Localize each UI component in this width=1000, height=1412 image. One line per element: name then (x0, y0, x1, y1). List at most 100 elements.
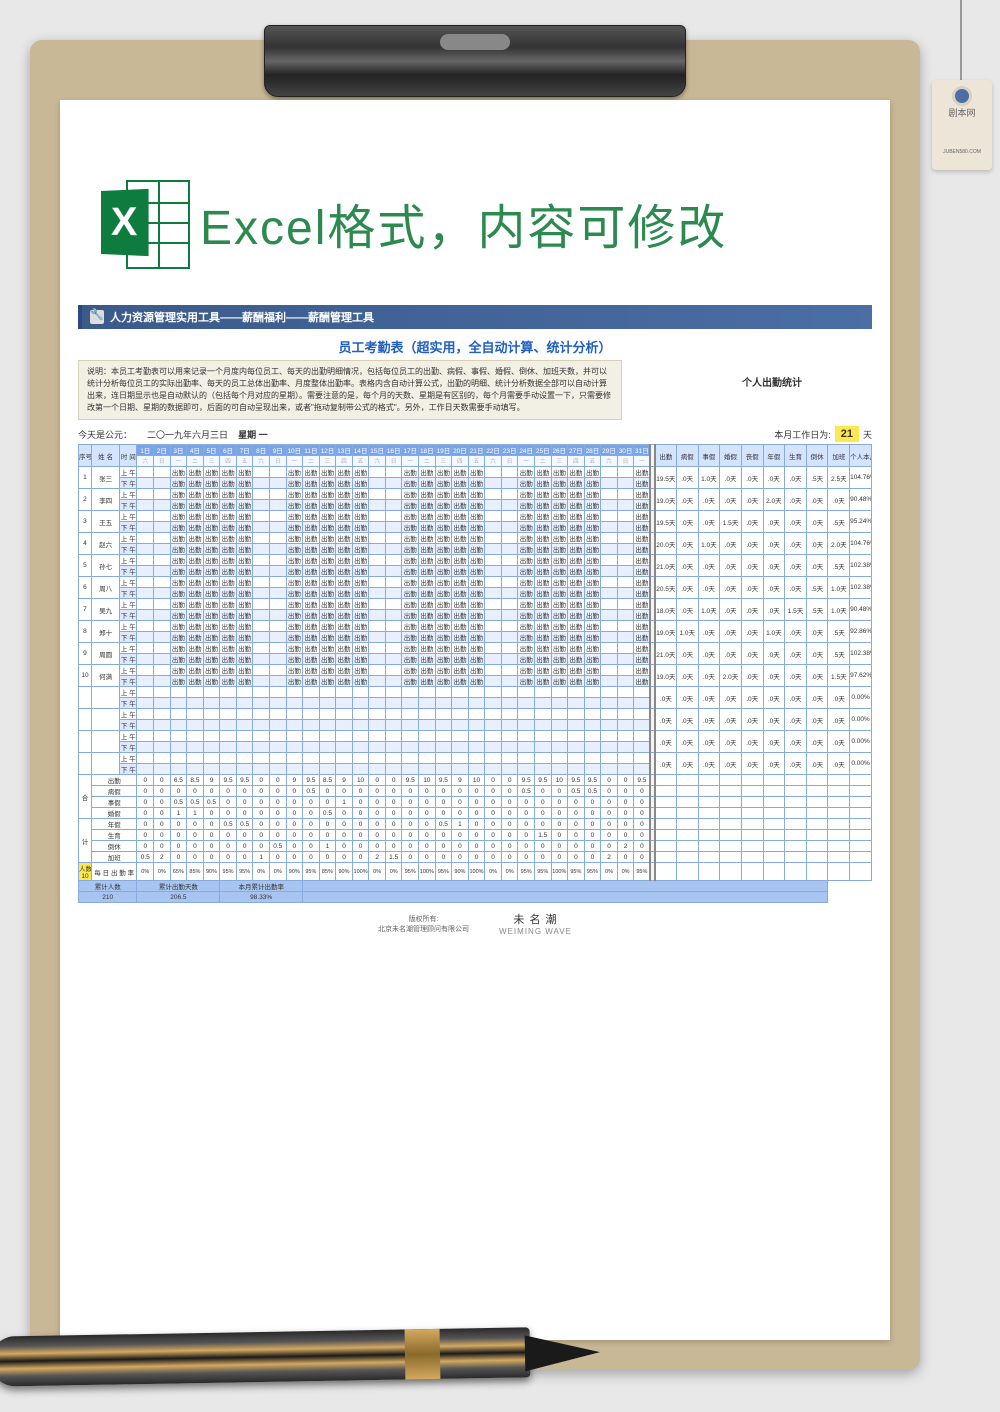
cell-5-pm-29[interactable] (601, 588, 618, 599)
cell-4-pm-2[interactable] (154, 566, 171, 577)
cell-0-pm-6[interactable]: 出勤 (220, 478, 237, 489)
cell-10-am-20[interactable] (452, 687, 469, 698)
cell-2-pm-16[interactable] (385, 522, 402, 533)
cell-7-am-28[interactable]: 出勤 (584, 621, 601, 632)
cell-7-pm-26[interactable]: 出勤 (551, 632, 568, 643)
cell-4-am-31[interactable]: 出勤 (634, 555, 651, 566)
cell-11-pm-12[interactable] (319, 720, 336, 731)
cell-0-pm-8[interactable] (253, 478, 270, 489)
cell-11-am-8[interactable] (253, 709, 270, 720)
cell-6-am-7[interactable]: 出勤 (236, 599, 253, 610)
cell-9-am-2[interactable] (154, 665, 171, 676)
cell-4-pm-5[interactable]: 出勤 (203, 566, 220, 577)
cell-3-am-14[interactable]: 出勤 (352, 533, 369, 544)
cell-1-pm-31[interactable]: 出勤 (634, 500, 651, 511)
cell-8-pm-8[interactable] (253, 654, 270, 665)
cell-2-am-22[interactable] (485, 511, 502, 522)
cell-1-am-11[interactable]: 出勤 (303, 489, 320, 500)
cell-5-am-20[interactable]: 出勤 (452, 577, 469, 588)
cell-6-am-23[interactable] (501, 599, 518, 610)
cell-5-am-27[interactable]: 出勤 (568, 577, 585, 588)
cell-2-pm-24[interactable]: 出勤 (518, 522, 535, 533)
cell-10-am-24[interactable] (518, 687, 535, 698)
cell-2-am-26[interactable]: 出勤 (551, 511, 568, 522)
cell-4-pm-13[interactable]: 出勤 (336, 566, 353, 577)
cell-12-am-8[interactable] (253, 731, 270, 742)
cell-0-am-14[interactable]: 出勤 (352, 467, 369, 478)
cell-2-am-29[interactable] (601, 511, 618, 522)
cell-10-am-1[interactable] (137, 687, 154, 698)
cell-13-am-9[interactable] (269, 753, 286, 764)
cell-13-pm-25[interactable] (534, 764, 551, 775)
cell-2-am-20[interactable]: 出勤 (452, 511, 469, 522)
cell-5-am-12[interactable]: 出勤 (319, 577, 336, 588)
cell-11-pm-6[interactable] (220, 720, 237, 731)
cell-8-pm-3[interactable]: 出勤 (170, 654, 187, 665)
cell-12-am-2[interactable] (154, 731, 171, 742)
cell-4-pm-20[interactable]: 出勤 (452, 566, 469, 577)
cell-10-am-5[interactable] (203, 687, 220, 698)
cell-0-am-9[interactable] (269, 467, 286, 478)
cell-11-am-16[interactable] (385, 709, 402, 720)
cell-6-pm-28[interactable]: 出勤 (584, 610, 601, 621)
cell-11-am-27[interactable] (568, 709, 585, 720)
cell-1-am-26[interactable]: 出勤 (551, 489, 568, 500)
cell-5-am-3[interactable]: 出勤 (170, 577, 187, 588)
cell-3-pm-25[interactable]: 出勤 (534, 544, 551, 555)
cell-3-am-28[interactable]: 出勤 (584, 533, 601, 544)
cell-13-am-15[interactable] (369, 753, 386, 764)
cell-4-pm-14[interactable]: 出勤 (352, 566, 369, 577)
cell-0-pm-15[interactable] (369, 478, 386, 489)
cell-12-pm-17[interactable] (402, 742, 419, 753)
cell-11-am-20[interactable] (452, 709, 469, 720)
cell-8-pm-14[interactable]: 出勤 (352, 654, 369, 665)
cell-4-am-4[interactable]: 出勤 (187, 555, 204, 566)
cell-4-pm-22[interactable] (485, 566, 502, 577)
cell-11-pm-31[interactable] (634, 720, 651, 731)
cell-10-am-31[interactable] (634, 687, 651, 698)
cell-12-am-7[interactable] (236, 731, 253, 742)
cell-3-am-22[interactable] (485, 533, 502, 544)
cell-6-pm-26[interactable]: 出勤 (551, 610, 568, 621)
cell-9-pm-31[interactable]: 出勤 (634, 676, 651, 687)
cell-9-am-8[interactable] (253, 665, 270, 676)
cell-1-pm-24[interactable]: 出勤 (518, 500, 535, 511)
cell-7-pm-3[interactable]: 出勤 (170, 632, 187, 643)
cell-0-pm-16[interactable] (385, 478, 402, 489)
cell-12-am-30[interactable] (617, 731, 634, 742)
cell-10-pm-26[interactable] (551, 698, 568, 709)
cell-9-pm-9[interactable] (269, 676, 286, 687)
cell-9-pm-28[interactable]: 出勤 (584, 676, 601, 687)
cell-7-pm-22[interactable] (485, 632, 502, 643)
cell-7-pm-8[interactable] (253, 632, 270, 643)
cell-12-am-29[interactable] (601, 731, 618, 742)
cell-8-pm-18[interactable]: 出勤 (419, 654, 436, 665)
cell-1-pm-1[interactable] (137, 500, 154, 511)
cell-3-pm-16[interactable] (385, 544, 402, 555)
cell-11-am-31[interactable] (634, 709, 651, 720)
cell-13-pm-29[interactable] (601, 764, 618, 775)
cell-13-am-26[interactable] (551, 753, 568, 764)
cell-10-am-10[interactable] (286, 687, 303, 698)
cell-8-pm-20[interactable]: 出勤 (452, 654, 469, 665)
cell-10-pm-7[interactable] (236, 698, 253, 709)
cell-8-am-24[interactable]: 出勤 (518, 643, 535, 654)
cell-13-pm-27[interactable] (568, 764, 585, 775)
cell-3-pm-24[interactable]: 出勤 (518, 544, 535, 555)
cell-6-pm-12[interactable]: 出勤 (319, 610, 336, 621)
cell-0-pm-30[interactable] (617, 478, 634, 489)
cell-9-am-21[interactable]: 出勤 (468, 665, 485, 676)
cell-4-am-13[interactable]: 出勤 (336, 555, 353, 566)
cell-8-pm-17[interactable]: 出勤 (402, 654, 419, 665)
cell-13-am-29[interactable] (601, 753, 618, 764)
cell-1-pm-10[interactable]: 出勤 (286, 500, 303, 511)
cell-10-pm-16[interactable] (385, 698, 402, 709)
cell-4-pm-29[interactable] (601, 566, 618, 577)
cell-7-am-30[interactable] (617, 621, 634, 632)
cell-4-am-6[interactable]: 出勤 (220, 555, 237, 566)
cell-13-pm-8[interactable] (253, 764, 270, 775)
cell-4-pm-17[interactable]: 出勤 (402, 566, 419, 577)
cell-8-am-15[interactable] (369, 643, 386, 654)
cell-9-pm-24[interactable]: 出勤 (518, 676, 535, 687)
cell-5-am-23[interactable] (501, 577, 518, 588)
